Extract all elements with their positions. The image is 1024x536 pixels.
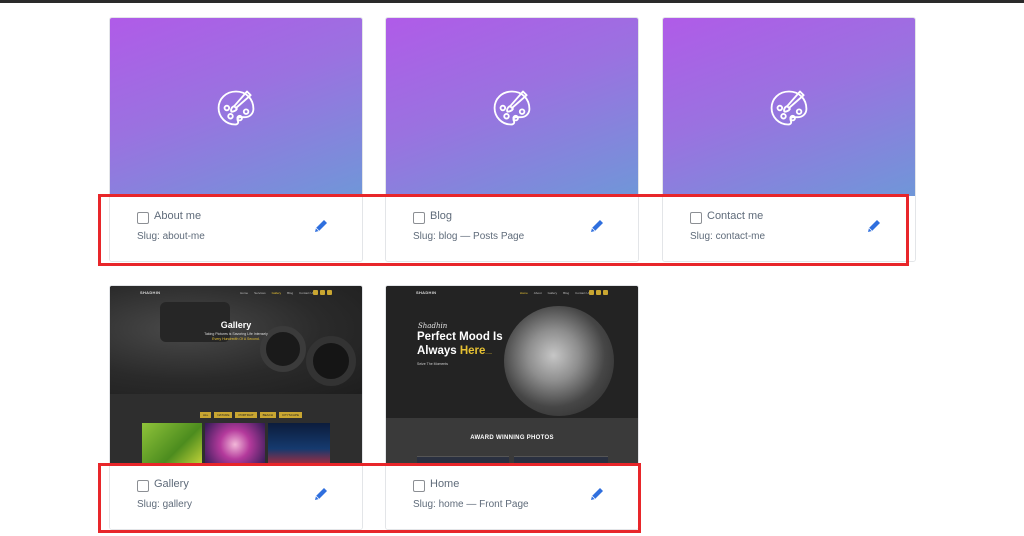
preview-nav-link: Gallery [271,291,282,295]
preview-heading-line2: Always Here...... [417,345,492,357]
highlight-box-row-2 [98,463,641,533]
preview-logo: SHADHIN [140,290,161,295]
preview-filter: ALL [200,412,212,418]
palette-icon [770,90,808,126]
preview-nav-link: About [533,291,542,295]
preview-heading: Perfect Mood Is [417,331,503,343]
preview-nav-link: Blog [563,291,570,295]
page-thumbnail[interactable]: SHADHIN Home Services Gallery Blog Conta… [110,286,362,466]
page-thumbnail[interactable] [663,18,915,198]
page-thumbnail[interactable] [110,18,362,198]
preview-nav-links: Home Services Gallery Blog Contact Us [240,291,314,295]
preview-nav-link: Contact Us [575,291,590,295]
page-thumbnail[interactable] [386,18,638,198]
smoke-graphic [504,306,614,416]
page-thumbnail[interactable]: SHADHIN Home About Gallery Blog Contact … [386,286,638,466]
palette-icon [493,90,531,126]
preview-nav: SHADHIN Home About Gallery Blog Contact … [386,286,638,300]
preview-filter: CITYSCAPE [278,412,302,418]
preview-section-title: AWARD WINNING PHOTOS [470,435,554,441]
camera-lens-graphic [306,336,356,386]
preview-photo [268,423,330,466]
preview-filters: ALL NATURE PORTRAIT BEACH CITYSCAPE [200,412,302,418]
preview-nav: SHADHIN Home Services Gallery Blog Conta… [110,286,362,300]
preview-tagline-highlight: Every Hundredth Of A Second. [212,337,260,341]
top-border [0,0,1024,3]
preview-logo: SHADHIN [416,290,437,295]
preview-heading: Gallery [220,320,252,330]
preview-heading-word: Always [417,345,457,357]
preview-subtitle: Seize The Moments [417,362,449,366]
preview-filter: PORTRAIT [235,412,257,418]
preview-photo [205,423,265,466]
preview-heading-dots: ...... [485,350,493,355]
preview-nav-link: Home [519,291,528,295]
preview-nav-links: Home About Gallery Blog Contact Us [520,291,590,295]
preview-nav-link: Blog [287,291,294,295]
highlight-box-row-1 [98,194,909,266]
preview-photo [142,423,202,466]
preview-social-icons [313,290,332,295]
preview-filter: BEACH [259,412,276,418]
preview-filter: NATURE [214,412,233,418]
preview-nav-link: Services [254,291,266,295]
preview-social-icons [589,290,608,295]
palette-icon [217,90,255,126]
preview-script-title: Shadhin [418,322,448,330]
preview-nav-link: Gallery [547,291,558,295]
preview-tagline: Taking Pictures is Savoring Life Intense… [204,332,268,336]
preview-heading-highlight: Here [459,345,486,357]
preview-nav-link: Contact Us [299,291,314,295]
preview-section: AWARD WINNING PHOTOS [386,418,638,466]
preview-nav-link: Home [240,291,249,295]
